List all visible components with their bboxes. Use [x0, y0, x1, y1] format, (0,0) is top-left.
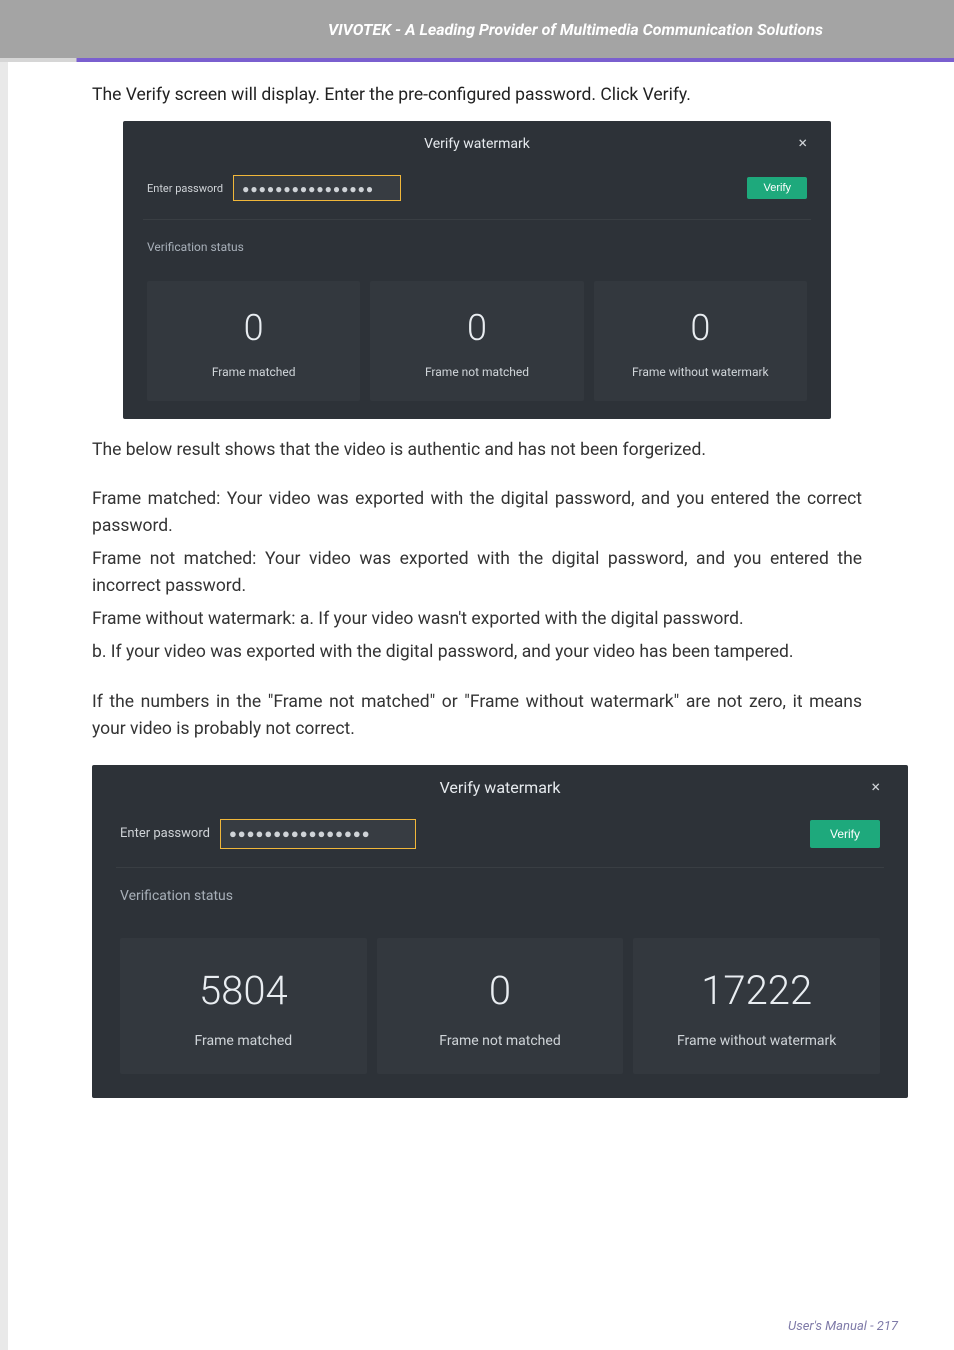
verify-watermark-dialog-2: Verify watermark × Enter password ●●●●●●… — [92, 765, 908, 1098]
divider — [143, 219, 811, 220]
page-content: The Verify screen will display. Enter th… — [0, 62, 954, 1156]
page-footer: User's Manual - 217 — [788, 1319, 898, 1334]
intro-text-1: The Verify screen will display. Enter th… — [92, 82, 862, 109]
frame-without-watermark-label: Frame without watermark — [632, 365, 769, 381]
verification-status-label: Verification status — [120, 886, 880, 908]
password-label: Enter password — [120, 824, 210, 844]
password-label: Enter password — [147, 180, 223, 197]
frame-without-watermark-count: 17222 — [701, 960, 812, 1022]
frame-without-watermark-count: 0 — [690, 301, 710, 357]
frame-not-matched-card: 0 Frame not matched — [377, 938, 624, 1074]
body-p2: Frame matched: Your video was exported w… — [92, 486, 862, 540]
frame-not-matched-card: 0 Frame not matched — [370, 281, 583, 401]
left-margin-strip — [0, 62, 8, 1350]
body-p1: The below result shows that the video is… — [92, 437, 862, 464]
close-icon[interactable]: × — [871, 775, 880, 800]
dialog2-title: Verify watermark — [440, 776, 561, 801]
frame-matched-label: Frame matched — [195, 1032, 293, 1050]
frame-without-watermark-card: 0 Frame without watermark — [594, 281, 807, 401]
frame-not-matched-label: Frame not matched — [439, 1032, 560, 1050]
password-input[interactable]: ●●●●●●●●●●●●●●●● — [220, 819, 416, 849]
frame-without-watermark-card: 17222 Frame without watermark — [633, 938, 880, 1074]
body-p4: Frame without watermark: a. If your vide… — [92, 606, 862, 633]
body-text-block: The below result shows that the video is… — [92, 437, 862, 743]
password-input[interactable]: ●●●●●●●●●●●●●●●● — [233, 175, 401, 201]
frame-not-matched-label: Frame not matched — [425, 365, 529, 381]
page-header: VIVOTEK - A Leading Provider of Multimed… — [0, 0, 954, 58]
frame-matched-label: Frame matched — [212, 365, 296, 381]
frame-matched-count: 5804 — [199, 960, 288, 1022]
frame-not-matched-count: 0 — [467, 301, 487, 357]
divider — [116, 867, 884, 868]
frame-matched-card: 5804 Frame matched — [120, 938, 367, 1074]
verify-button[interactable]: Verify — [810, 820, 880, 848]
dialog1-title: Verify watermark — [424, 134, 530, 156]
body-p5: b. If your video was exported with the d… — [92, 639, 862, 666]
body-p3: Frame not matched: Your video was export… — [92, 546, 862, 600]
frame-not-matched-count: 0 — [489, 960, 511, 1022]
frame-without-watermark-label: Frame without watermark — [677, 1032, 836, 1050]
verify-watermark-dialog-1: Verify watermark × Enter password ●●●●●●… — [123, 121, 831, 419]
verification-status-label: Verification status — [147, 238, 807, 257]
body-p6: If the numbers in the "Frame not matched… — [92, 689, 862, 743]
frame-matched-count: 0 — [244, 301, 264, 357]
header-tagline: VIVOTEK - A Leading Provider of Multimed… — [0, 20, 954, 39]
close-icon[interactable]: × — [798, 131, 807, 156]
verify-button[interactable]: Verify — [747, 177, 807, 199]
frame-matched-card: 0 Frame matched — [147, 281, 360, 401]
